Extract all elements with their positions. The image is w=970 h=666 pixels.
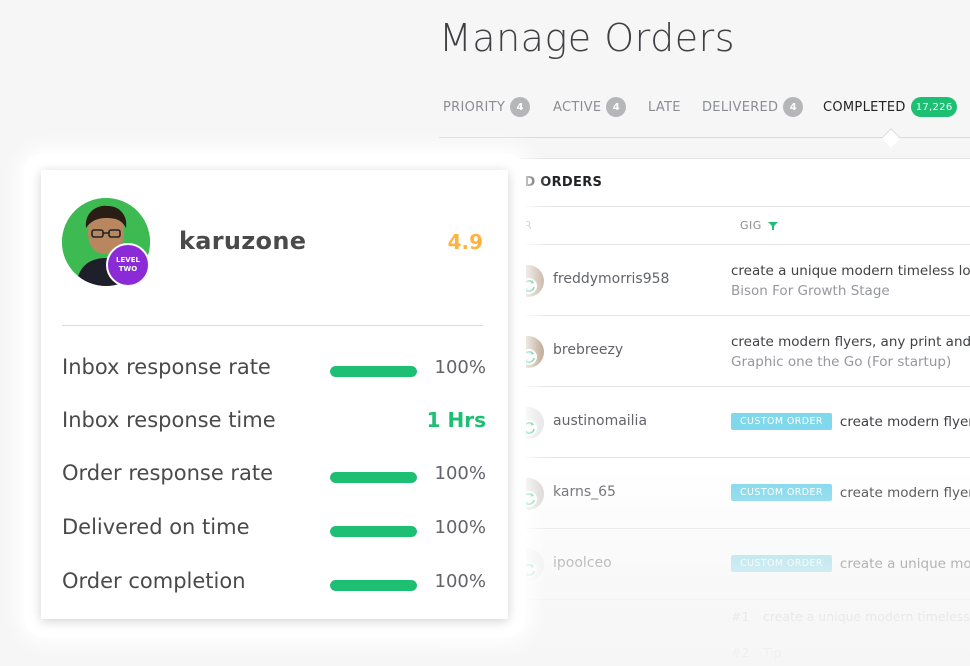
item-number: #2	[731, 645, 750, 660]
progress-bar	[330, 472, 417, 483]
buyer-name[interactable]: brebreezy	[553, 342, 623, 358]
stat-inbox-response-time: Inbox response time 1 Hrs	[62, 408, 486, 438]
tab-count-badge: 4	[783, 97, 804, 117]
stat-value: 1 Hrs	[426, 408, 486, 432]
tab-delivered[interactable]: DELIVERED 4	[702, 94, 804, 120]
buyer-name[interactable]: austinomailia	[553, 413, 647, 429]
custom-order-badge: CUSTOM ORDER	[731, 484, 832, 501]
stat-label: Inbox response time	[62, 408, 276, 432]
username[interactable]: karuzone	[179, 227, 306, 255]
tab-label: DELIVERED	[702, 99, 779, 115]
stat-delivered-on-time: Delivered on time 100%	[62, 515, 486, 545]
item-text: create a unique modern timeless lo	[762, 609, 970, 624]
level-badge-line2: TWO	[118, 265, 138, 273]
progress-bar-fill	[330, 526, 417, 537]
gig-title[interactable]: create modern flyers, any print and g	[731, 334, 970, 350]
gig-subtitle: Bison For Growth Stage	[731, 283, 890, 299]
tab-label: COMPLETED	[823, 99, 906, 115]
tab-label: ACTIVE	[553, 99, 602, 115]
stat-label: Inbox response rate	[62, 355, 271, 379]
stat-label: Order completion	[62, 569, 246, 593]
tab-active[interactable]: ACTIVE 4	[553, 94, 627, 120]
list-item: #1 create a unique modern timeless lo	[731, 609, 970, 624]
tab-completed[interactable]: COMPLETED 17,226	[823, 94, 958, 120]
tab-label: PRIORITY	[443, 99, 506, 115]
stat-inbox-response-rate: Inbox response rate 100%	[62, 355, 486, 385]
stat-value: 100%	[434, 517, 486, 538]
tab-label: LATE	[648, 99, 681, 115]
gig-cell: CUSTOM ORDER create modern flyers	[731, 413, 970, 430]
tab-priority[interactable]: PRIORITY 4	[443, 94, 531, 120]
custom-order-badge: CUSTOM ORDER	[731, 555, 832, 572]
filter-icon[interactable]	[767, 221, 778, 231]
custom-order-badge: CUSTOM ORDER	[731, 413, 832, 430]
gig-cell: CUSTOM ORDER create modern flyers	[731, 484, 970, 501]
item-number: #1	[731, 609, 750, 624]
gig-title[interactable]: create modern flyers	[840, 414, 970, 430]
progress-bar	[330, 526, 417, 537]
seller-level-badge: LEVEL TWO	[106, 243, 150, 287]
gig-title[interactable]: create a unique modern timeless logo	[731, 263, 970, 279]
tab-late[interactable]: LATE	[648, 94, 681, 120]
stat-label: Delivered on time	[62, 515, 250, 539]
progress-bar-fill	[330, 472, 417, 483]
stat-value: 100%	[434, 357, 486, 378]
progress-bar	[330, 366, 417, 377]
gig-title[interactable]: create modern flyers	[840, 485, 970, 501]
seller-rating: 4.9	[447, 230, 483, 254]
buyer-name[interactable]: ipoolceo	[553, 555, 612, 571]
column-gig[interactable]: GIG	[740, 219, 778, 232]
progress-bar	[330, 580, 417, 591]
stat-value: 100%	[434, 571, 486, 592]
stat-value: 100%	[434, 463, 486, 484]
column-gig-label: GIG	[740, 219, 762, 232]
progress-bar-fill	[330, 366, 417, 377]
progress-bar-fill	[330, 580, 417, 591]
gig-title[interactable]: create a unique mod	[840, 556, 970, 572]
divider	[62, 325, 483, 326]
stat-label: Order response rate	[62, 461, 274, 485]
stat-order-response-rate: Order response rate 100%	[62, 461, 486, 491]
tab-count-badge: 4	[510, 97, 531, 117]
gig-subtitle: Graphic one the Go (For startup)	[731, 354, 952, 370]
item-text: Tip	[762, 645, 782, 660]
buyer-name[interactable]: freddymorris958	[553, 271, 669, 287]
list-item: #2 Tip	[731, 645, 782, 660]
gig-cell: CUSTOM ORDER create a unique mod	[731, 555, 970, 572]
page-title: Manage Orders	[439, 16, 735, 60]
tab-count-badge: 4	[606, 97, 627, 117]
level-badge-line1: LEVEL	[116, 256, 140, 264]
buyer-name[interactable]: karns_65	[553, 484, 616, 500]
seller-stats-card: LEVEL TWO karuzone 4.9 Inbox response ra…	[41, 170, 508, 619]
stat-order-completion: Order completion 100%	[62, 569, 486, 599]
tab-count-badge: 17,226	[910, 97, 958, 117]
